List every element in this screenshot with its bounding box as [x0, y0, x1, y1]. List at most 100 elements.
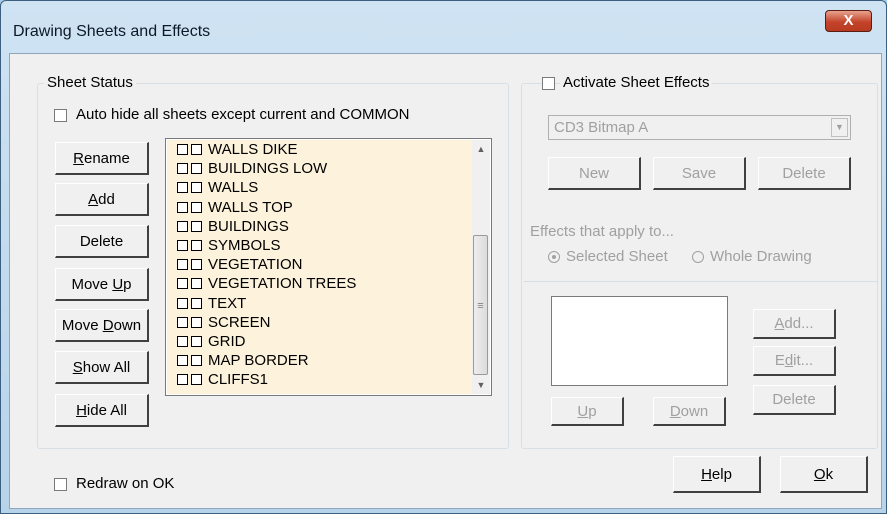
dialog-window: Drawing Sheets and Effects X Sheet Statu… [0, 0, 887, 514]
sheet-list-item[interactable]: BUILDINGS [177, 217, 289, 236]
sheet-name: SYMBOLS [208, 237, 281, 254]
edit-effect-label-pre: E [774, 352, 785, 369]
sheet-editable-checkbox[interactable] [191, 163, 202, 175]
sheet-list-item[interactable]: SCREEN [177, 313, 271, 332]
effect-down-label: own [680, 402, 709, 420]
delete-effect-button[interactable]: Delete [758, 157, 851, 190]
sheet-visible-checkbox[interactable] [177, 374, 188, 386]
add-button[interactable]: Add [55, 183, 149, 216]
sheet-list-item[interactable]: VEGETATION [177, 255, 302, 274]
sheet-editable-checkbox[interactable] [191, 336, 202, 347]
save-effect-label: Save [681, 164, 717, 182]
sheet-visible-checkbox[interactable] [177, 336, 188, 347]
move-up-button[interactable]: Move Up [55, 268, 149, 301]
effect-select[interactable]: CD3 Bitmap A ▼ [548, 115, 851, 140]
effect-down-button[interactable]: Down [653, 397, 726, 426]
sheet-editable-checkbox[interactable] [191, 374, 202, 386]
sheet-name: BUILDINGS [208, 217, 289, 235]
sheet-list-item[interactable]: CLIFFS1 [177, 370, 268, 389]
sheet-visible-checkbox[interactable] [177, 259, 188, 271]
new-effect-button[interactable]: New [548, 157, 641, 190]
sheet-list-item[interactable]: WALLS [177, 178, 258, 197]
auto-hide-checkbox[interactable] [54, 109, 67, 122]
sheet-name: BUILDINGS LOW [208, 160, 328, 178]
sheet-visible-checkbox[interactable] [177, 316, 188, 328]
activate-effects-checkbox[interactable] [542, 77, 555, 90]
effects-list[interactable] [551, 296, 728, 386]
hide-all-accel: H [76, 401, 87, 419]
effect-up-label: p [588, 402, 597, 420]
sheet-list-item[interactable]: VEGETATION TREES [177, 274, 356, 293]
add-effect-button[interactable]: Add... [753, 309, 836, 339]
move-down-accel: D [102, 316, 114, 334]
selected-sheet-radio[interactable] [548, 251, 560, 263]
sheet-list-item[interactable]: BUILDINGS LOW [177, 159, 327, 178]
sheet-editable-checkbox[interactable] [191, 259, 202, 271]
scroll-up-arrow-icon[interactable]: ▲ [472, 140, 490, 158]
add-effect-accel: A [774, 315, 785, 332]
sheet-list-item[interactable]: WALLS TOP [177, 198, 293, 217]
sheet-name: SCREEN [208, 313, 271, 331]
move-up-accel: U [112, 275, 124, 293]
effect-up-button[interactable]: Up [551, 397, 624, 426]
add-accel: A [88, 190, 99, 208]
scroll-down-arrow-icon[interactable]: ▼ [472, 376, 490, 394]
ok-label: k [825, 465, 834, 483]
sheet-name: TEXT [208, 294, 247, 312]
redraw-on-ok-checkbox[interactable] [54, 478, 67, 491]
scroll-thumb[interactable]: ≡ [473, 235, 488, 375]
title-bar[interactable]: Drawing Sheets and Effects X [1, 1, 886, 53]
rename-button[interactable]: Rename [55, 142, 149, 175]
sheet-editable-checkbox[interactable] [191, 144, 202, 155]
add-effect-label: dd... [784, 315, 814, 332]
sheet-visible-checkbox[interactable] [177, 355, 188, 367]
sheet-visible-checkbox[interactable] [177, 297, 188, 309]
sheet-editable-checkbox[interactable] [191, 182, 202, 194]
close-button[interactable]: X [825, 10, 872, 32]
sheet-list[interactable]: WALLS DIKE BUILDINGS LOW WALLS WALLS TOP BUI… [165, 138, 492, 396]
sheet-list-item[interactable]: MAP BORDER [177, 351, 309, 370]
help-button[interactable]: Help [673, 456, 761, 493]
chevron-down-icon[interactable]: ▼ [831, 118, 848, 137]
delete-sheet-button[interactable]: Delete [55, 225, 149, 258]
sheet-editable-checkbox[interactable] [191, 220, 202, 232]
effect-up-accel: U [577, 402, 589, 420]
rename-accel: R [73, 149, 84, 167]
sheet-name: GRID [208, 333, 246, 350]
delete-applied-effect-button[interactable]: Delete [753, 385, 836, 415]
sheet-editable-checkbox[interactable] [191, 201, 202, 213]
sheet-editable-checkbox[interactable] [191, 278, 202, 290]
edit-effect-accel: d [784, 352, 794, 369]
sheet-visible-checkbox[interactable] [177, 163, 188, 175]
sheet-visible-checkbox[interactable] [177, 240, 188, 251]
sheet-visible-checkbox[interactable] [177, 278, 188, 290]
delete-sheet-label: Delete [79, 232, 124, 250]
sheet-list-item[interactable]: WALLS DIKE [177, 140, 297, 159]
sheet-name: WALLS TOP [208, 198, 293, 216]
delete-applied-effect-label: Delete [772, 391, 816, 408]
delete-effect-label: Delete [782, 164, 826, 182]
sheet-visible-checkbox[interactable] [177, 220, 188, 232]
whole-drawing-radio[interactable] [692, 251, 704, 263]
sheet-list-item[interactable]: GRID [177, 332, 246, 351]
move-up-label-pre: Move [71, 275, 113, 293]
edit-effect-button[interactable]: Ed it... [753, 346, 836, 376]
sheet-list-scrollbar[interactable]: ▲ ≡ ▼ [472, 140, 490, 394]
sheet-visible-checkbox[interactable] [177, 144, 188, 155]
new-effect-label: New [578, 164, 609, 182]
close-icon: X [843, 12, 854, 29]
sheet-editable-checkbox[interactable] [191, 240, 202, 251]
sheet-visible-checkbox[interactable] [177, 201, 188, 213]
save-effect-button[interactable]: Save [653, 157, 746, 190]
show-all-button[interactable]: Show All [55, 351, 149, 384]
sheet-editable-checkbox[interactable] [191, 316, 202, 328]
ok-button[interactable]: Ok [780, 456, 868, 493]
sheet-editable-checkbox[interactable] [191, 297, 202, 309]
sheet-editable-checkbox[interactable] [191, 355, 202, 367]
hide-all-button[interactable]: Hide All [55, 394, 149, 427]
sheet-visible-checkbox[interactable] [177, 182, 188, 194]
ok-accel: O [813, 465, 826, 483]
move-down-button[interactable]: Move Down [55, 309, 149, 342]
sheet-list-item[interactable]: TEXT [177, 294, 246, 313]
sheet-list-item[interactable]: SYMBOLS [177, 236, 281, 255]
